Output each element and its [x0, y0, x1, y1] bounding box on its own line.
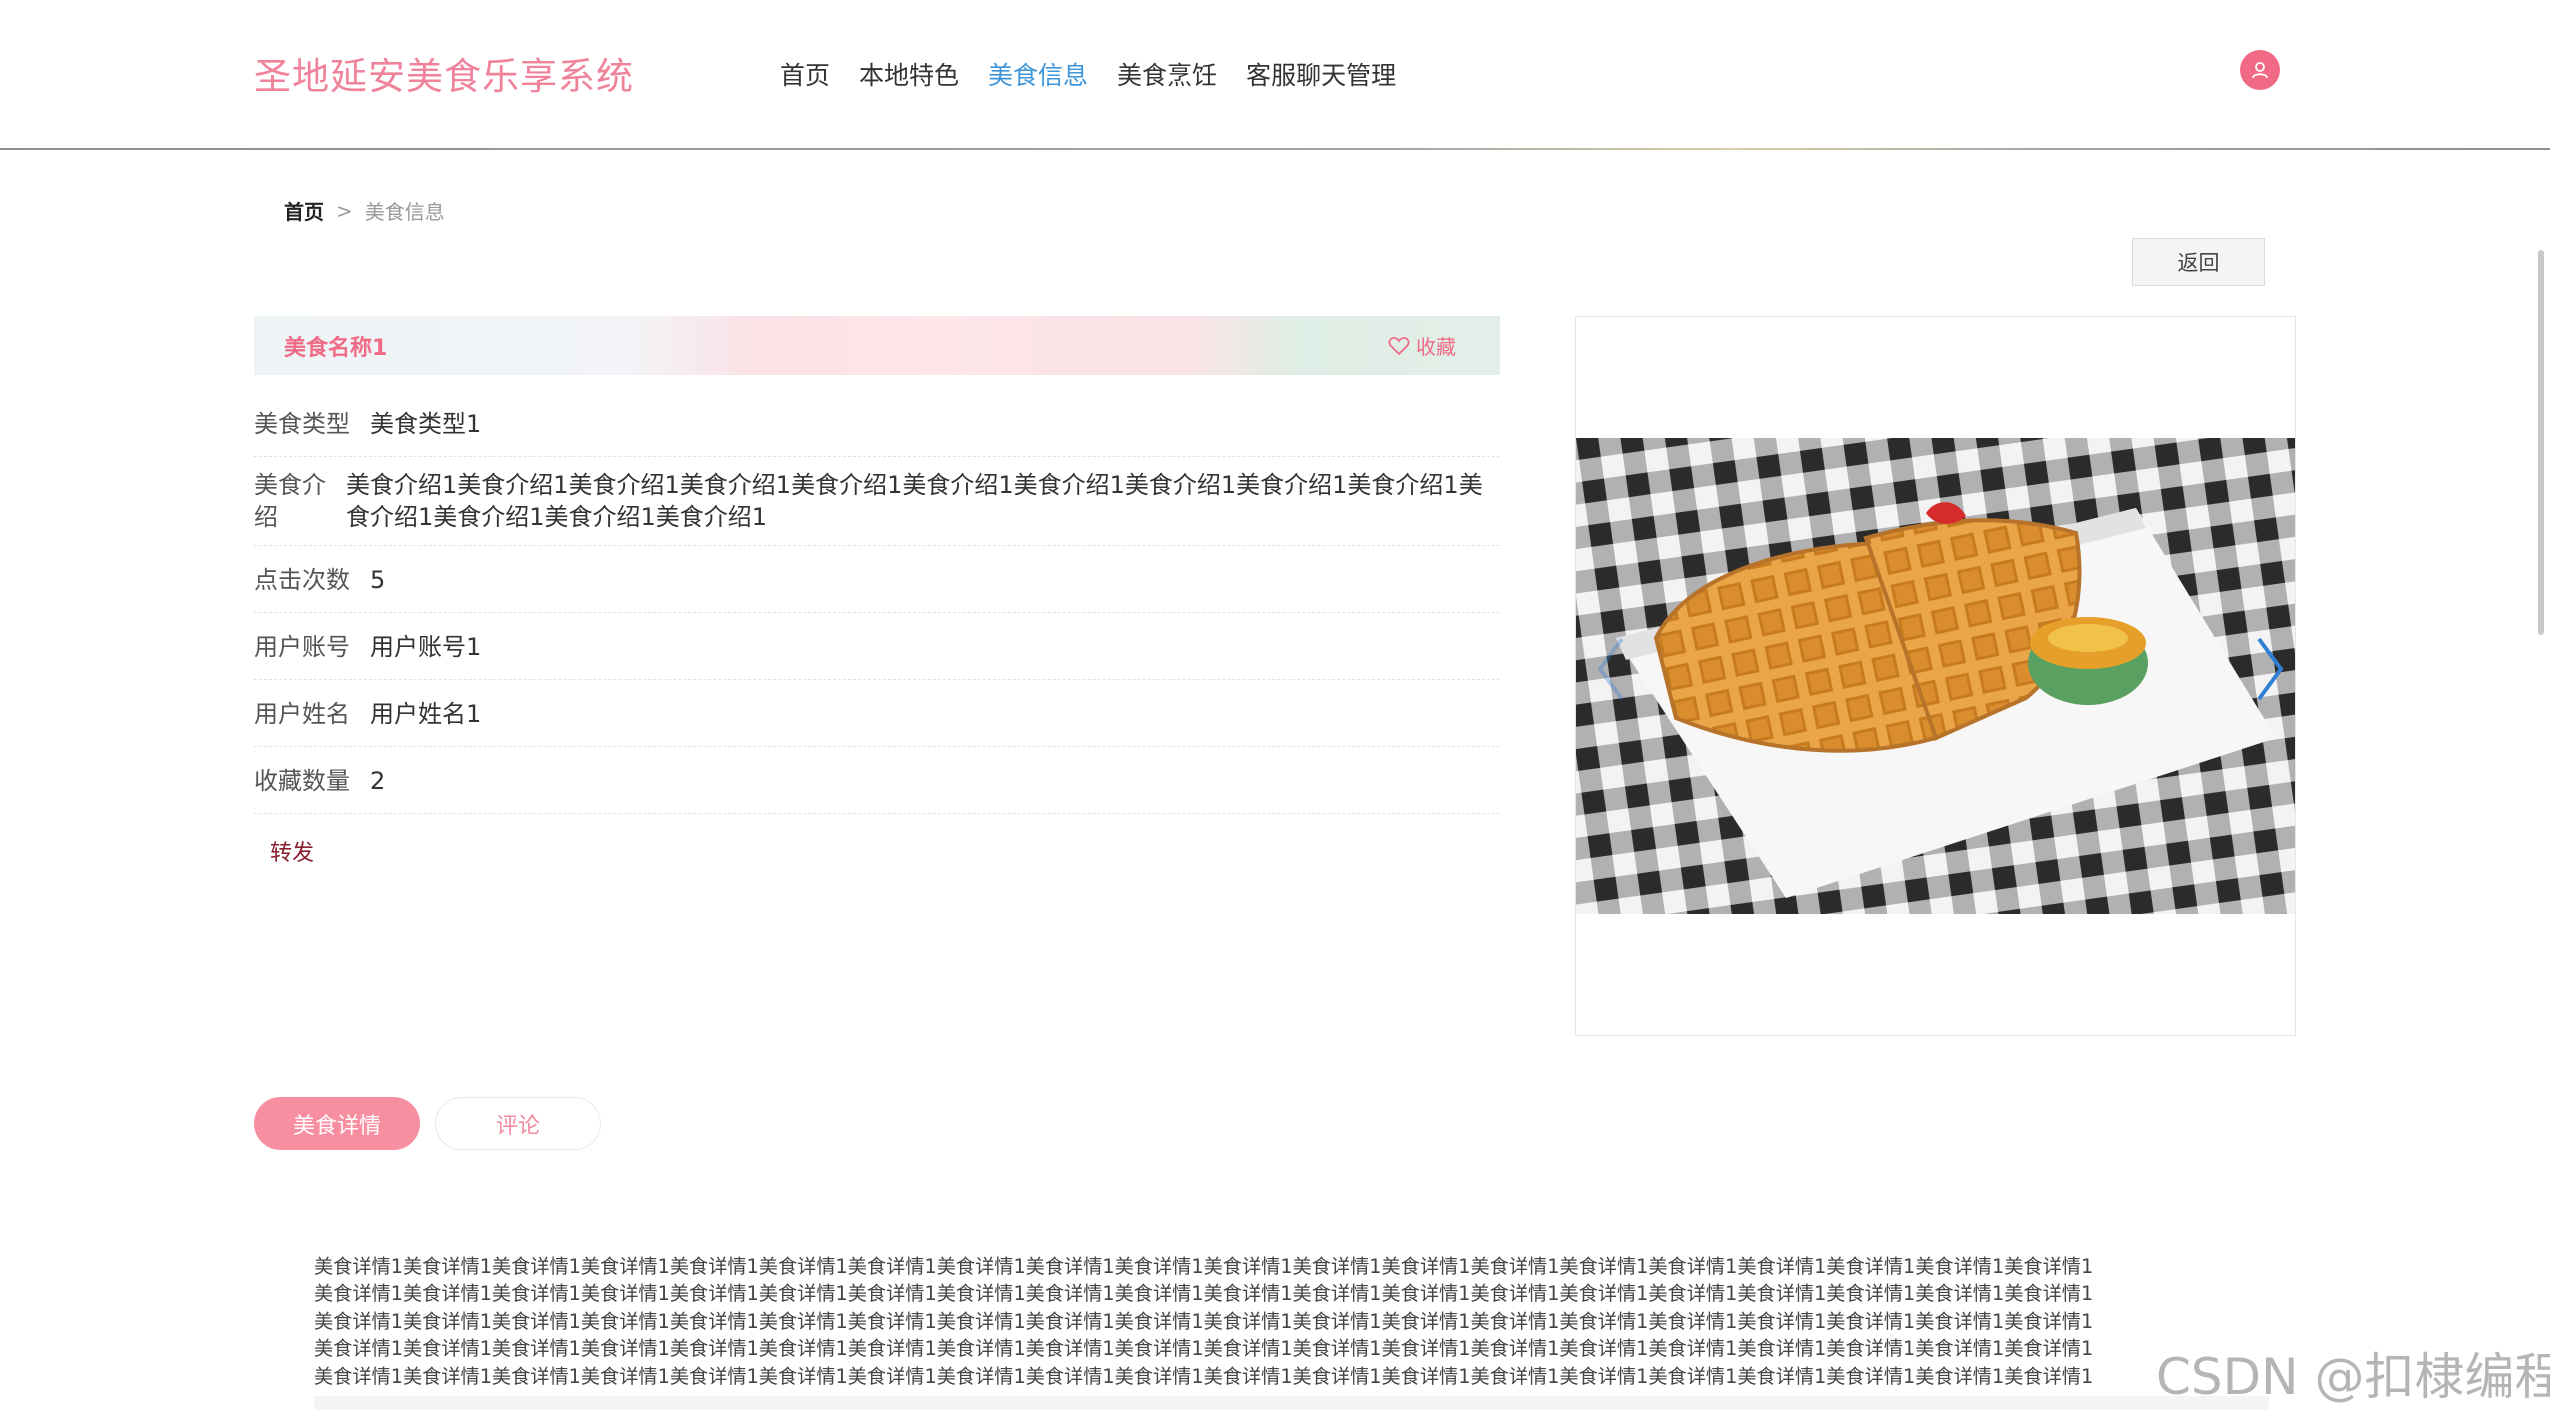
info-value: 用户姓名1: [370, 700, 482, 728]
heart-icon: [1388, 336, 1410, 355]
back-button[interactable]: 返回: [2132, 238, 2265, 286]
info-label: 美食类型: [254, 410, 350, 438]
info-value: 美食介绍1美食介绍1美食介绍1美食介绍1美食介绍1美食介绍1美食介绍1美食介绍1…: [346, 471, 1483, 531]
breadcrumb-separator: >: [336, 198, 353, 223]
favorite-label: 收藏: [1416, 335, 1456, 359]
food-photo: [1576, 438, 2295, 914]
info-value: 5: [370, 566, 386, 594]
info-row-username: 用户姓名 用户姓名1: [254, 680, 1500, 747]
detail-line: 美食详情1美食详情1美食详情1美食详情1美食详情1美食详情1美食详情1美食详情1…: [314, 1309, 2094, 1333]
breadcrumb: 首页 > 美食信息: [284, 196, 445, 225]
info-row-intro: 美食介绍 美食介绍1美食介绍1美食介绍1美食介绍1美食介绍1美食介绍1美食介绍1…: [254, 457, 1500, 546]
favorite-button[interactable]: 收藏: [1388, 331, 1456, 360]
info-value: 用户账号1: [370, 633, 482, 661]
page-scrollbar[interactable]: [2538, 250, 2544, 635]
detail-line: 美食详情1美食详情1美食详情1美食详情1美食详情1美食详情1美食详情1美食详情1…: [314, 1337, 2094, 1361]
info-label: 收藏数量: [254, 767, 350, 795]
tab-food-details[interactable]: 美食详情: [254, 1097, 420, 1150]
info-label: 用户姓名: [254, 700, 350, 728]
info-value: 2: [370, 767, 386, 795]
nav-item-food-info[interactable]: 美食信息: [988, 56, 1088, 92]
top-header: 圣地延安美食乐享系统 首页 本地特色 美食信息 美食烹饪 客服聊天管理: [0, 0, 2550, 150]
content-bottom-bar: [314, 1396, 2269, 1410]
nav-item-home[interactable]: 首页: [780, 56, 830, 92]
info-label: 用户账号: [254, 633, 350, 661]
food-title-bar: 美食名称1 收藏: [254, 316, 1500, 375]
food-name: 美食名称1: [284, 335, 388, 361]
watermark: CSDN @扣棣编程: [2156, 1348, 2550, 1406]
image-carousel: [1575, 316, 2296, 1036]
detail-line: 美食详情1美食详情1美食详情1美食详情1美食详情1美食详情1美食详情1美食详情1…: [314, 1364, 2094, 1388]
chevron-left-icon[interactable]: [1596, 637, 1626, 701]
nav-item-local-specialty[interactable]: 本地特色: [859, 56, 959, 92]
detail-line: 美食详情1美食详情1美食详情1美食详情1美食详情1美食详情1美食详情1美食详情1…: [314, 1255, 2094, 1278]
tab-comments[interactable]: 评论: [435, 1097, 601, 1150]
breadcrumb-current: 美食信息: [364, 200, 445, 224]
info-label: 点击次数: [254, 566, 350, 594]
user-icon: [2252, 62, 2268, 79]
info-row-favorites: 收藏数量 2: [254, 747, 1500, 814]
nav-item-chat-management[interactable]: 客服聊天管理: [1246, 56, 1396, 92]
detail-line: 美食详情1美食详情1美食详情1美食详情1美食详情1美食详情1美食详情1美食详情1…: [314, 1282, 2094, 1306]
main-nav: 首页 本地特色 美食信息 美食烹饪 客服聊天管理: [780, 56, 1425, 92]
info-label: 美食介绍: [254, 471, 326, 531]
info-row-account: 用户账号 用户账号1: [254, 613, 1500, 680]
food-detail-content: 美食详情1美食详情1美食详情1美食详情1美食详情1美食详情1美食详情1美食详情1…: [314, 1253, 2234, 1390]
chevron-right-icon[interactable]: [2255, 637, 2285, 701]
site-title[interactable]: 圣地延安美食乐享系统: [254, 46, 634, 100]
breadcrumb-home[interactable]: 首页: [284, 196, 324, 225]
info-value: 美食类型1: [370, 410, 482, 438]
info-row-clicks: 点击次数 5: [254, 546, 1500, 613]
user-avatar[interactable]: [2240, 50, 2280, 90]
nav-item-food-cooking[interactable]: 美食烹饪: [1117, 56, 1217, 92]
share-button[interactable]: 转发: [270, 835, 314, 867]
info-row-type: 美食类型 美食类型1: [254, 390, 1500, 457]
food-info-list: 美食类型 美食类型1 美食介绍 美食介绍1美食介绍1美食介绍1美食介绍1美食介绍…: [254, 390, 1500, 814]
